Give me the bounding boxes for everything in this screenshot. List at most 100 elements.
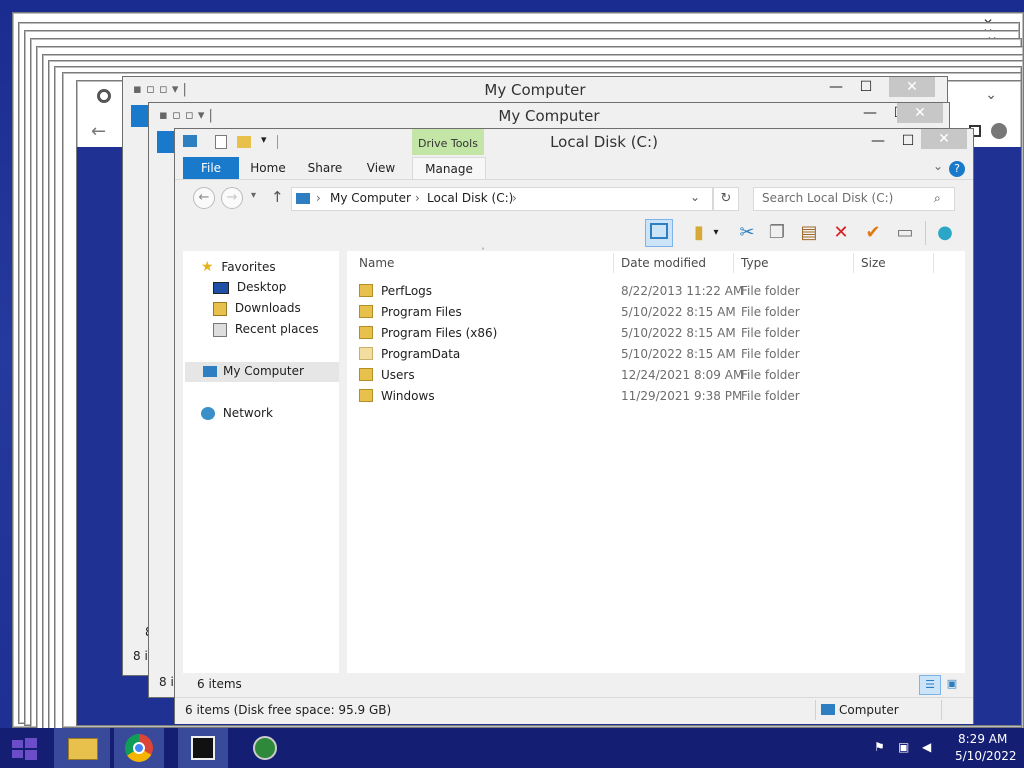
nav-recent-places[interactable]: Recent places	[213, 322, 319, 337]
nav-network[interactable]: Network	[201, 406, 273, 420]
taskbar-media-app[interactable]	[178, 728, 228, 768]
column-type[interactable]: Type	[741, 251, 769, 275]
nav-downloads[interactable]: Downloads	[213, 301, 301, 316]
computer-icon[interactable]	[183, 135, 197, 147]
preview-pane-icon[interactable]	[645, 219, 673, 247]
nav-favorites[interactable]: ★ Favorites	[201, 259, 276, 275]
file-date: 8/22/2013 11:22 AM	[621, 284, 744, 298]
table-row[interactable]: ProgramData 5/10/2022 8:15 AM File folde…	[347, 344, 957, 365]
breadcrumb-separator: ›	[415, 191, 420, 205]
tab-manage[interactable]: Manage	[412, 157, 486, 180]
minimize-button[interactable]: —	[821, 77, 851, 97]
breadcrumb-separator: ›	[316, 191, 321, 205]
details-view-button[interactable]: ☰	[919, 675, 941, 695]
tab-share[interactable]: Share	[301, 157, 349, 179]
breadcrumb-local-disk[interactable]: Local Disk (C:)	[427, 191, 513, 205]
column-name[interactable]: Name	[359, 251, 394, 275]
chrome-logo-icon	[97, 89, 111, 103]
refresh-button[interactable]: ↻	[713, 187, 739, 211]
toolbar-divider	[925, 221, 926, 245]
table-row[interactable]: Windows 11/29/2021 9:38 PM File folder	[347, 386, 957, 407]
computer-zone-icon	[821, 704, 835, 715]
start-button[interactable]	[0, 728, 50, 768]
minimize-button[interactable]: —	[863, 131, 893, 151]
search-icon[interactable]: ⌕	[934, 191, 941, 206]
select-icon[interactable]: ✔	[859, 219, 887, 247]
properties-icon[interactable]	[215, 135, 227, 149]
taskbar-chrome[interactable]	[114, 728, 164, 768]
file-type: File folder	[741, 326, 800, 340]
nav-desktop[interactable]: Desktop	[213, 280, 286, 294]
clock-date[interactable]: 5/10/2022	[955, 749, 1017, 763]
copy-icon[interactable]: ❐	[763, 219, 791, 247]
network-icon	[201, 407, 215, 420]
close-button[interactable]: ✕	[889, 77, 935, 97]
large-icons-view-button[interactable]: ▣	[943, 675, 961, 693]
up-arrow-icon[interactable]: ↑	[271, 188, 284, 206]
file-name: ProgramData	[381, 347, 461, 361]
file-type: File folder	[741, 368, 800, 382]
rename-icon[interactable]: ▭	[891, 219, 919, 247]
file-date: 5/10/2022 8:15 AM	[621, 305, 736, 319]
item-count: 6 items	[197, 677, 242, 691]
address-bar[interactable]: › My Computer › Local Disk (C:) › ⌄	[291, 187, 713, 211]
folder-icon	[359, 305, 373, 318]
ribbon-expand-icon[interactable]: ⌄	[933, 159, 943, 173]
nav-my-computer-label: My Computer	[223, 364, 304, 378]
table-row[interactable]: Users 12/24/2021 8:09 AM File folder	[347, 365, 957, 386]
breadcrumb-my-computer[interactable]: My Computer	[330, 191, 411, 205]
tab-view[interactable]: View	[359, 157, 403, 179]
close-button[interactable]: ✕	[921, 129, 967, 149]
search-box[interactable]: Search Local Disk (C:) ⌕	[753, 187, 955, 211]
tab-home[interactable]: Home	[245, 157, 291, 179]
column-size[interactable]: Size	[861, 251, 886, 275]
file-name: PerfLogs	[381, 284, 433, 298]
table-row[interactable]: Program Files 5/10/2022 8:15 AM File fol…	[347, 302, 957, 323]
file-list[interactable]: Name ˄ Date modified Type Size PerfLogs …	[347, 247, 965, 677]
back-arrow-icon[interactable]: ←	[91, 121, 106, 142]
file-type: File folder	[741, 389, 800, 403]
clock-time[interactable]: 8:29 AM	[958, 732, 1007, 746]
volume-icon[interactable]: ◀	[922, 740, 931, 754]
cut-icon[interactable]: ✂	[733, 219, 761, 247]
column-divider	[933, 253, 934, 273]
forward-button[interactable]: →	[221, 187, 243, 209]
maximize-button[interactable]: ☐	[893, 131, 923, 151]
avatar-icon[interactable]	[991, 123, 1007, 139]
column-divider	[733, 253, 734, 273]
explorer-window[interactable]: ▾ Drive Tools Local Disk (C:) — ☐ ✕ File…	[174, 128, 974, 724]
column-date-modified[interactable]: Date modified	[621, 251, 706, 275]
help-icon[interactable]: ?	[949, 161, 965, 177]
windows-logo-icon-part	[25, 750, 37, 760]
delete-icon[interactable]: ✕	[827, 219, 855, 247]
nav-my-computer[interactable]: My Computer	[185, 362, 339, 382]
back-button[interactable]: ←	[193, 187, 215, 209]
navigation-pane: ★ Favorites Desktop Downloads Recent pla…	[183, 251, 339, 677]
close-button[interactable]: ✕	[897, 103, 943, 123]
taskbar-file-explorer[interactable]	[54, 728, 110, 768]
status-zone: Computer	[839, 703, 899, 717]
folder-icon	[359, 389, 373, 402]
recent-locations-dropdown-icon[interactable]: ▾	[251, 190, 256, 201]
table-row[interactable]: PerfLogs 8/22/2013 11:22 AM File folder	[347, 281, 957, 302]
globe-download-icon	[253, 736, 277, 760]
minimize-button[interactable]: —	[855, 103, 885, 123]
file-date: 11/29/2021 9:38 PM	[621, 389, 743, 403]
globe-icon[interactable]: ●	[931, 219, 959, 247]
paste-icon[interactable]: ▤	[795, 219, 823, 247]
network-tray-icon[interactable]: ▣	[898, 740, 909, 754]
folder-icon	[359, 368, 373, 381]
file-type: File folder	[741, 305, 800, 319]
tab-file[interactable]: File	[183, 157, 239, 179]
address-dropdown-icon[interactable]: ⌄	[690, 190, 700, 204]
table-row[interactable]: Program Files (x86) 5/10/2022 8:15 AM Fi…	[347, 323, 957, 344]
search-input[interactable]: Search Local Disk (C:)	[762, 191, 893, 205]
taskbar-network-app[interactable]	[240, 728, 290, 768]
file-date: 5/10/2022 8:15 AM	[621, 326, 736, 340]
options-dropdown-icon[interactable]: ▾	[709, 219, 723, 247]
chevron-down-icon[interactable]: ⌄	[985, 87, 997, 103]
maximize-button[interactable]: ☐	[851, 77, 881, 97]
computer-address-icon	[296, 193, 310, 204]
flag-icon[interactable]: ⚑	[874, 740, 885, 754]
windows-logo-icon-part	[25, 738, 37, 748]
